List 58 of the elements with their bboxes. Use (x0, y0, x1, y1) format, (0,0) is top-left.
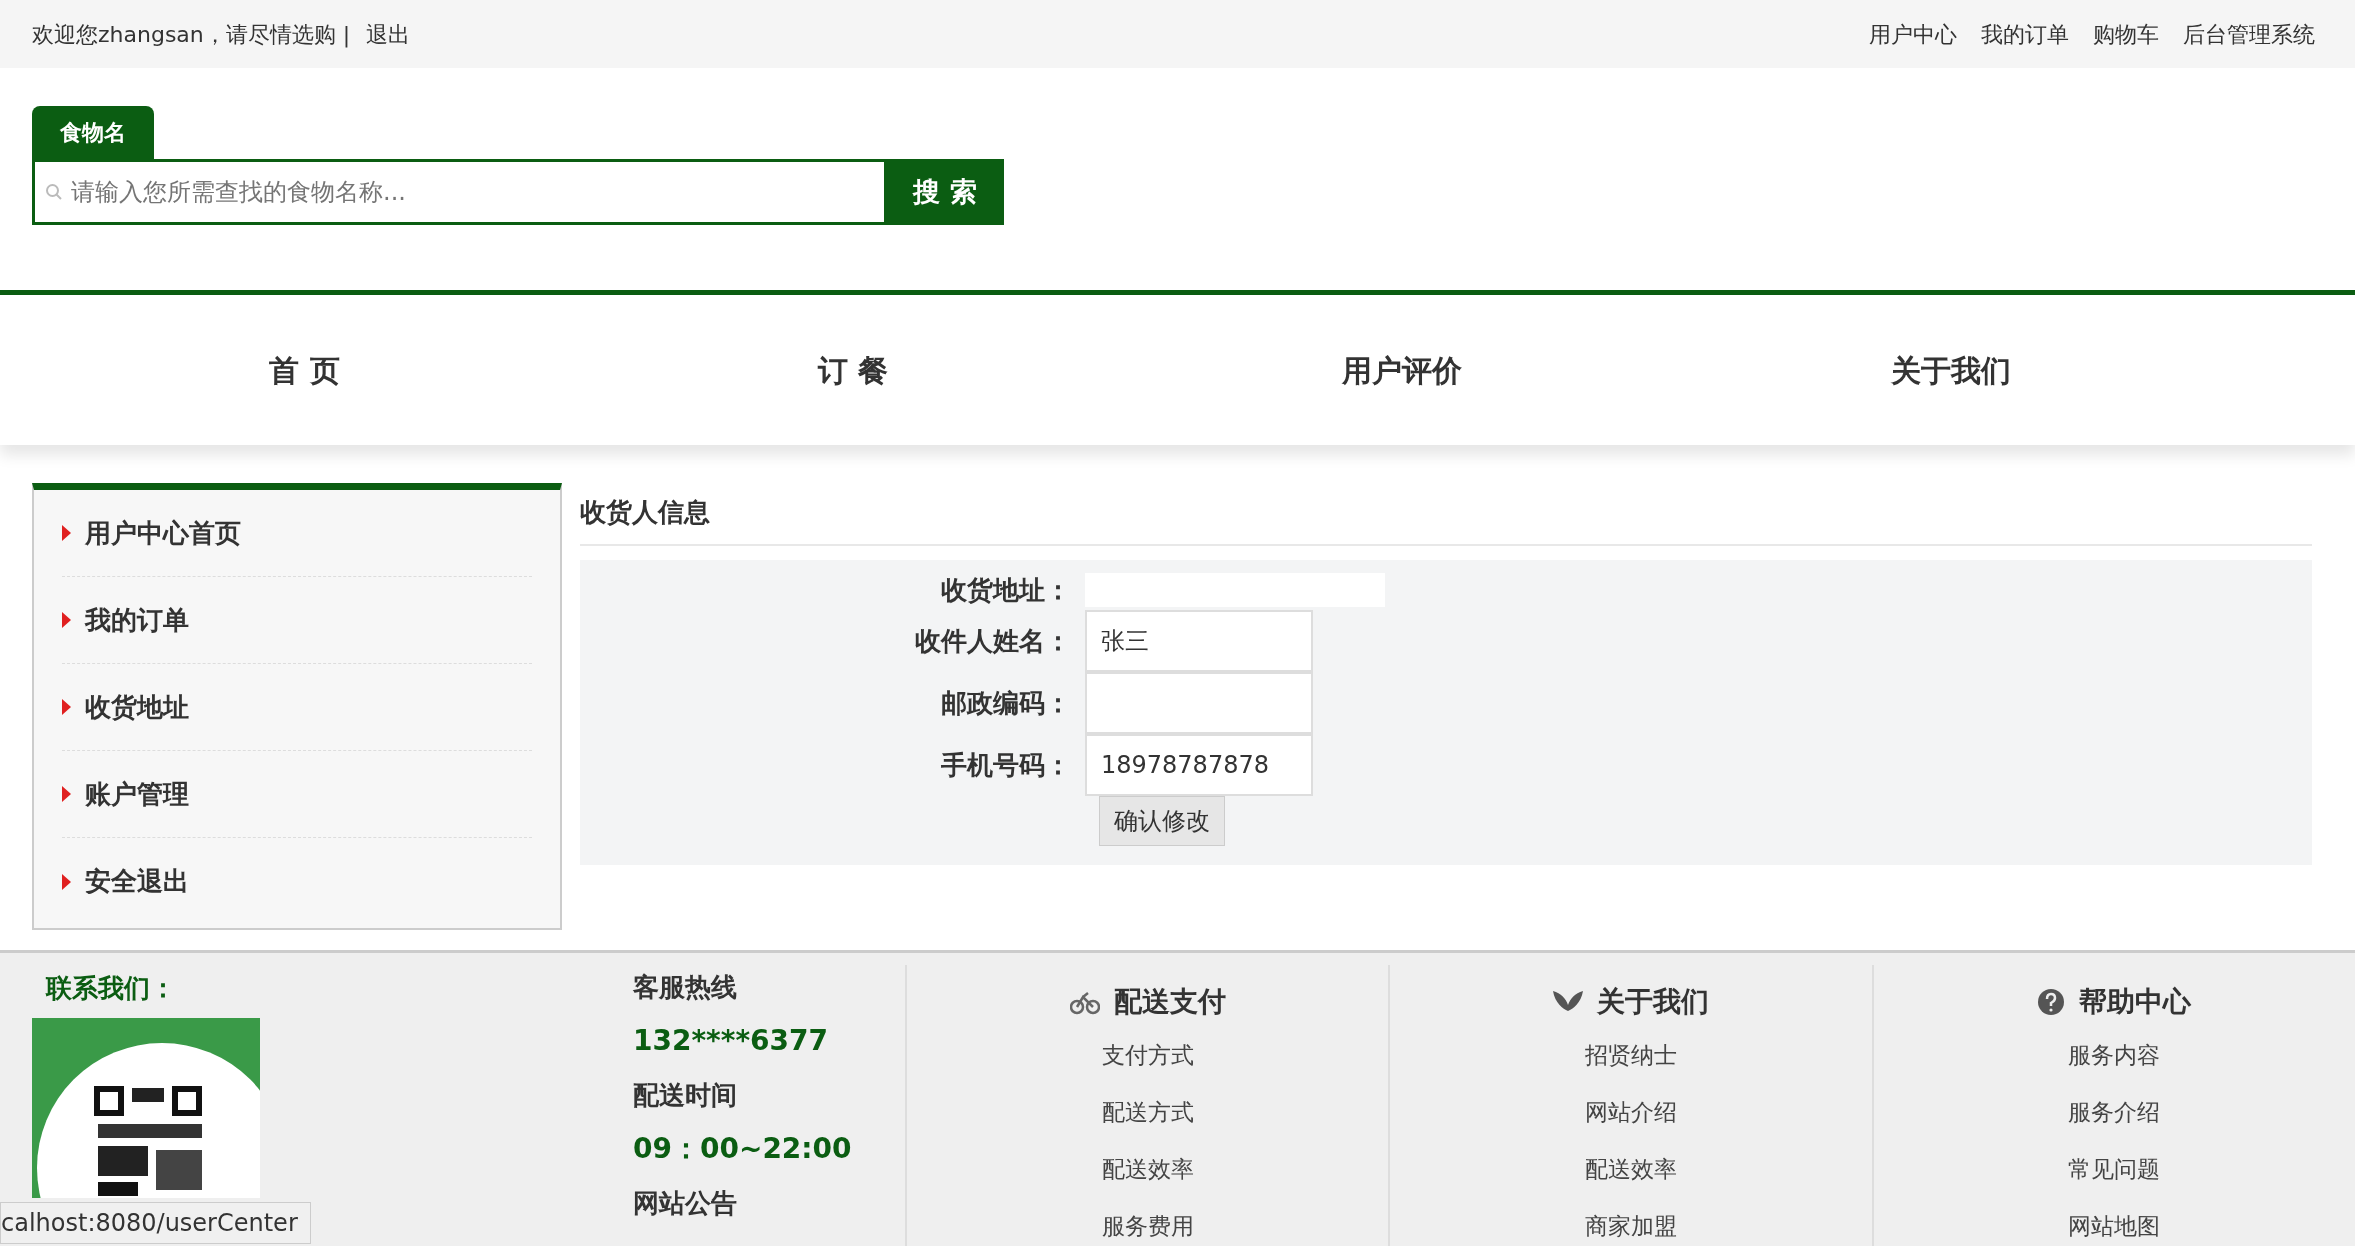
field-label: 邮政编码： (940, 686, 1072, 720)
caret-icon (62, 873, 71, 890)
column-title: 帮助中心 (2079, 984, 2192, 1020)
top-nav-link[interactable]: 用户中心 (1869, 17, 1957, 51)
input-field[interactable]: 张三 (1085, 610, 1313, 672)
footer-link[interactable]: 服务内容 (1873, 1027, 2355, 1084)
top-nav-link[interactable]: 我的订单 (1981, 17, 2069, 51)
caret-icon (62, 525, 71, 541)
info-heading: 客服热线 (633, 970, 738, 1004)
footer-link[interactable]: 服务费用 (907, 1198, 1389, 1246)
footer-link[interactable]: 服务介绍 (1873, 1084, 2355, 1141)
sidebar-item[interactable]: 收货地址 (62, 664, 532, 751)
info-value: 132****6377 (633, 1023, 829, 1059)
sidebar-item[interactable]: 安全退出 (62, 838, 532, 925)
search-button[interactable]: 搜 索 (886, 159, 1004, 225)
footer-link[interactable]: 常见问题 (1873, 1141, 2355, 1198)
field-label: 收货地址： (940, 573, 1072, 607)
top-nav-link[interactable]: 后台管理系统 (2183, 17, 2315, 51)
field-label: 手机号码： (940, 748, 1072, 782)
info-value: 09：00~22:00 (633, 1131, 853, 1167)
contact-title: 联系我们： (46, 972, 177, 1005)
footer-link[interactable]: 招贤纳士 (1390, 1027, 1872, 1084)
footer-link[interactable]: 配送方式 (907, 1084, 1389, 1141)
top-nav-link[interactable]: 购物车 (2093, 17, 2159, 51)
welcome-text: 欢迎您zhangsan，请尽情选购 | (32, 20, 351, 50)
caret-icon (62, 699, 71, 715)
bicycle-icon (1069, 989, 1100, 1015)
caret-icon (62, 786, 71, 802)
caret-icon (62, 612, 71, 628)
footer-link[interactable]: 配送效率 (907, 1141, 1389, 1198)
field-label: 收件人姓名： (914, 624, 1072, 658)
column-title: 关于我们 (1597, 984, 1709, 1020)
help-icon (2037, 988, 2066, 1016)
search-box[interactable]: 请输入您所需查找的食物名称... (32, 159, 886, 225)
nav-link[interactable]: 用户评价 (1127, 347, 1677, 393)
logout-link[interactable]: 退出 (366, 17, 411, 51)
input-field[interactable] (1085, 672, 1313, 734)
leaf-icon (1553, 991, 1583, 1013)
sidebar-item[interactable]: 用户中心首页 (62, 490, 532, 577)
search-category-tab[interactable]: 食物名 (32, 106, 154, 159)
footer-link[interactable]: 配送效率 (1390, 1141, 1872, 1198)
sidebar-item[interactable]: 我的订单 (62, 577, 532, 664)
footer-link[interactable]: 商家加盟 (1390, 1198, 1872, 1246)
footer-link[interactable]: 网站地图 (1873, 1198, 2355, 1246)
footer-link[interactable]: 支付方式 (907, 1027, 1389, 1084)
confirm-button[interactable]: 确认修改 (1099, 796, 1225, 846)
section-title: 收货人信息 (580, 483, 2312, 546)
status-url-tooltip: calhost:8080/userCenter (0, 1202, 311, 1244)
info-heading: 配送时间 (633, 1078, 738, 1112)
nav-link[interactable]: 关于我们 (1676, 347, 2225, 393)
sidebar-item[interactable]: 账户管理 (62, 751, 532, 838)
nav-link[interactable]: 订 餐 (578, 347, 1128, 393)
search-icon (45, 183, 63, 201)
input-field[interactable]: 18978787878 (1085, 734, 1313, 796)
column-title: 配送支付 (1113, 984, 1226, 1020)
info-heading: 网站公告 (633, 1186, 738, 1220)
footer-link[interactable]: 网站介绍 (1390, 1084, 1872, 1141)
nav-link[interactable]: 首 页 (30, 347, 579, 393)
